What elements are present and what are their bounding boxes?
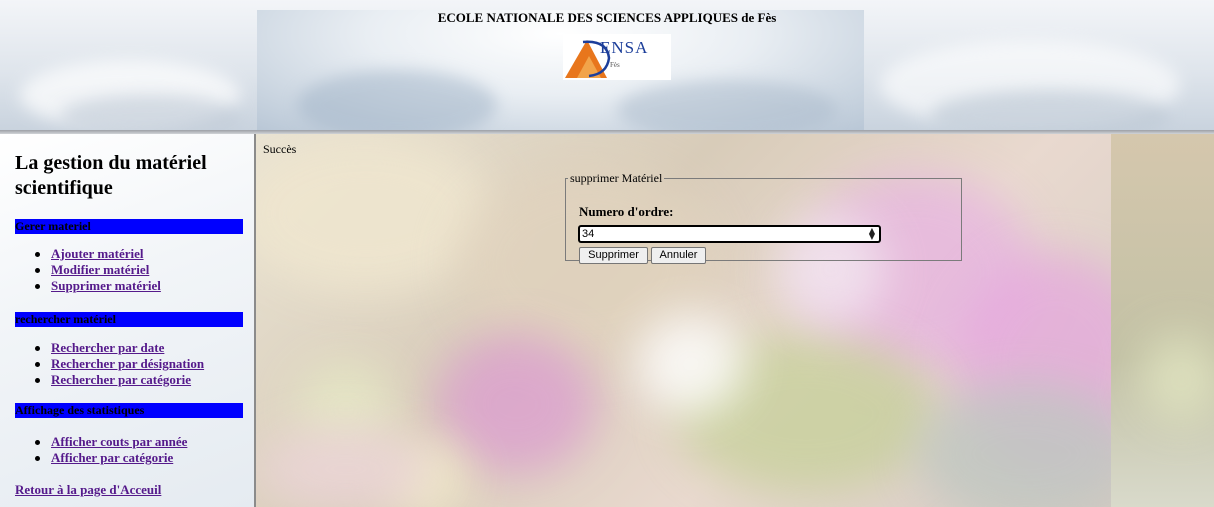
search-by-designation-link[interactable]: Rechercher par désignation <box>51 356 204 371</box>
order-number-label: Numero d'ordre: <box>579 204 674 219</box>
list-item: Ajouter matériel <box>35 246 161 262</box>
list-item: Supprimer matériel <box>35 278 161 294</box>
logo-text: ENSA <box>600 38 649 57</box>
stats-links: Afficher couts par année Afficher par ca… <box>35 434 187 466</box>
logo-subtext: Fès <box>610 61 620 69</box>
sidebar-title: La gestion du matériel scientifique <box>15 152 207 199</box>
list-item: Rechercher par date <box>35 340 204 356</box>
stats-by-category-link[interactable]: Afficher par catégorie <box>51 450 173 465</box>
add-material-link[interactable]: Ajouter matériel <box>51 246 144 261</box>
search-by-date-link[interactable]: Rechercher par date <box>51 340 164 355</box>
main-content: Succès supprimer Matériel Numero d'ordre… <box>256 134 1214 507</box>
status-message: Succès <box>263 142 297 156</box>
cancel-button[interactable]: Annuler <box>651 247 706 264</box>
list-item: Afficher par catégorie <box>35 450 187 466</box>
edit-material-link[interactable]: Modifier matériel <box>51 262 149 277</box>
list-item: Rechercher par catégorie <box>35 372 204 388</box>
school-name: ECOLE NATIONALE DES SCIENCES APPLIQUES d… <box>437 10 777 25</box>
section-header-stats: Affichage des statistiques <box>15 403 243 418</box>
header-banner <box>257 10 864 130</box>
list-item: Afficher couts par année <box>35 434 187 450</box>
home-link[interactable]: Retour à la page d'Acceuil <box>15 482 161 498</box>
section-header-search: rechercher matériel <box>15 312 243 327</box>
delete-material-link[interactable]: Supprimer matériel <box>51 278 161 293</box>
delete-button[interactable]: Supprimer <box>579 247 648 264</box>
section-header-manage: Gerer materiel <box>15 219 243 234</box>
list-item: Modifier matériel <box>35 262 161 278</box>
order-number-value: 34 <box>582 228 595 240</box>
list-item: Rechercher par désignation <box>35 356 204 372</box>
delete-material-form: supprimer Matériel Numero d'ordre: 34 ▲ ▼… <box>565 171 962 264</box>
costs-by-year-link[interactable]: Afficher couts par année <box>51 434 187 449</box>
search-links: Rechercher par date Rechercher par désig… <box>35 340 204 388</box>
form-legend: supprimer Matériel <box>570 171 663 185</box>
order-number-input[interactable]: 34 ▲ ▼ <box>579 226 880 242</box>
main-right-strip <box>1111 134 1214 507</box>
search-by-category-link[interactable]: Rechercher par catégorie <box>51 372 191 387</box>
spinner-arrows-icon[interactable]: ▲ ▼ <box>869 227 875 241</box>
ensa-logo: ENSA Fès <box>563 34 671 80</box>
sidebar: La gestion du matériel scientifique Gere… <box>0 134 256 507</box>
page-header: ECOLE NATIONALE DES SCIENCES APPLIQUES d… <box>0 0 1214 130</box>
manage-links: Ajouter matériel Modifier matériel Suppr… <box>35 246 161 294</box>
